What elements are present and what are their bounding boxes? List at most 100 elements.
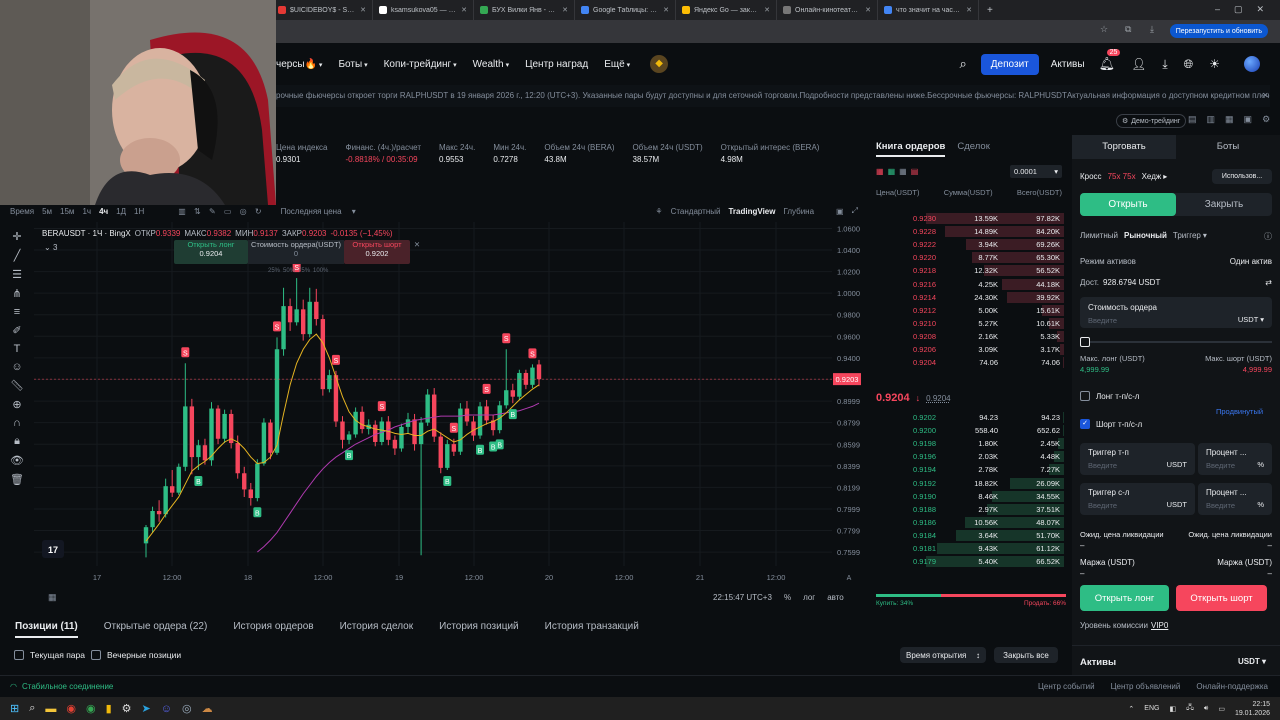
info-icon[interactable]: ⓘ bbox=[1264, 231, 1272, 242]
discord-icon[interactable]: ☺ bbox=[161, 703, 172, 715]
price-type-select[interactable]: Последняя цена ▾ bbox=[281, 207, 356, 216]
tab-limit[interactable]: Лимитный bbox=[1080, 231, 1118, 242]
candle-body[interactable] bbox=[301, 309, 306, 335]
ask-row[interactable]: 0.9222 3.94K 69.26K bbox=[870, 239, 1066, 251]
calculator-icon[interactable]: ▤ bbox=[1188, 114, 1197, 125]
candle-body[interactable] bbox=[445, 444, 450, 468]
order-cost-input[interactable]: Стоимость ордера Введите USDT ▾ bbox=[1080, 297, 1272, 328]
positions-tab[interactable]: История сделок bbox=[340, 621, 414, 638]
buy-marker[interactable]: B bbox=[495, 439, 504, 450]
taskbar-search-icon[interactable]: ⌕ bbox=[29, 702, 35, 715]
download-icon[interactable]: ⤓ bbox=[1150, 24, 1154, 35]
candle-body[interactable] bbox=[235, 443, 240, 474]
sell-marker[interactable]: S bbox=[377, 401, 386, 412]
browser-tab[interactable]: Google Таблицы: онлай ✕ bbox=[575, 0, 676, 20]
sell-marker[interactable]: S bbox=[273, 321, 281, 332]
indicator-icon[interactable]: ▣ bbox=[836, 207, 844, 216]
lock-icon[interactable]: 🔒︎ bbox=[14, 435, 20, 448]
candle-body[interactable] bbox=[176, 466, 181, 493]
bid-row[interactable]: 0.9179 5.40K 66.52K bbox=[870, 556, 1066, 568]
chart-tool-icons[interactable]: ▥ ⇅ ✎ ▭ ◎ ↻ bbox=[178, 207, 264, 216]
bid-row[interactable]: 0.9190 8.46K 34.55K bbox=[870, 490, 1066, 502]
ruler-icon[interactable]: 📏︎ bbox=[10, 379, 24, 392]
ask-row[interactable]: 0.9212 5.00K 15.61K bbox=[870, 304, 1066, 316]
close-mode-button[interactable]: Закрыть bbox=[1176, 193, 1272, 216]
candle-body[interactable] bbox=[268, 422, 273, 453]
quick-pct-option[interactable]: 25% bbox=[268, 268, 280, 274]
perpetual-checkbox[interactable] bbox=[91, 650, 101, 660]
candle-body[interactable] bbox=[255, 463, 260, 499]
new-tab-icon[interactable]: + bbox=[987, 5, 993, 16]
ask-row[interactable]: 0.9218 12.32K 56.52K bbox=[870, 265, 1066, 277]
sl-trigger-input[interactable]: Триггер с-л Введите USDT bbox=[1080, 483, 1195, 515]
download-app-icon[interactable]: ⤓ bbox=[1162, 57, 1167, 72]
open-short-button[interactable]: Открыть шорт bbox=[1176, 585, 1267, 611]
steam-icon[interactable]: ◎ bbox=[182, 702, 192, 715]
indicator-toggle[interactable]: ⌄ 3 bbox=[44, 243, 57, 252]
telegram-icon[interactable]: ➤ bbox=[142, 702, 151, 715]
candle-body[interactable] bbox=[183, 406, 188, 467]
browser-tab[interactable]: Онлайн-кинотеатр FLEX✕ bbox=[777, 0, 878, 20]
bid-row[interactable]: 0.9202 94.23 94.23 bbox=[870, 412, 1066, 423]
slider-handle[interactable] bbox=[1080, 337, 1090, 347]
candle-body[interactable] bbox=[281, 306, 286, 350]
extensions-icon[interactable]: ⧉ bbox=[1125, 24, 1131, 35]
header-total[interactable]: Всего(USDT) bbox=[1017, 188, 1062, 197]
price-chart[interactable]: SBBSSSBSBSBSB BSBS 1.06001.04001.02001.00… bbox=[34, 222, 866, 612]
tp-trigger-input[interactable]: Триггер т-п Введите USDT bbox=[1080, 443, 1195, 475]
browser-tab[interactable]: что значит на часах 23 ✕ bbox=[878, 0, 979, 20]
buy-marker[interactable]: B bbox=[194, 476, 203, 487]
zoom-icon[interactable]: ⊕ bbox=[12, 398, 21, 411]
fib-icon[interactable]: ≡ bbox=[14, 306, 20, 318]
fire-icon[interactable]: ⚘ bbox=[655, 207, 662, 216]
tab-close-icon[interactable]: ✕ bbox=[966, 6, 972, 14]
minimize-icon[interactable]: – bbox=[1215, 4, 1220, 15]
nav-logo[interactable]: ◆ bbox=[650, 55, 669, 73]
bid-row[interactable]: 0.9192 18.82K 26.09K bbox=[870, 477, 1066, 489]
tab-close-icon[interactable]: ✕ bbox=[663, 6, 669, 14]
brush-icon[interactable]: ✐ bbox=[12, 324, 21, 337]
quick-pct-option[interactable]: 50% bbox=[283, 268, 295, 274]
nav-item[interactable]: Центр наград bbox=[525, 59, 588, 70]
long-tpsl-row[interactable]: Лонг т-п/с-л bbox=[1080, 391, 1139, 401]
candle-body[interactable] bbox=[536, 364, 542, 380]
open-long-button[interactable]: Открыть лонг bbox=[1080, 585, 1169, 611]
chart-view-mode[interactable]: Стандартный bbox=[671, 207, 721, 216]
browser-tab[interactable]: Яндекс Go — заказ пос ✕ bbox=[676, 0, 777, 20]
ask-row[interactable]: 0.9206 3.09K 3.17K bbox=[870, 344, 1066, 355]
magnet-icon[interactable]: ∩ bbox=[13, 417, 21, 429]
candle-body[interactable] bbox=[510, 390, 515, 397]
tray-app-icon[interactable]: ◧ bbox=[1169, 705, 1176, 713]
ask-row[interactable]: 0.9228 14.89K 84.20K bbox=[870, 226, 1066, 238]
nav-item[interactable]: Ещё ▾ bbox=[604, 59, 630, 70]
bid-row[interactable]: 0.9200 558.40 652.62 bbox=[870, 425, 1066, 437]
chrome-alt-icon[interactable]: ◉ bbox=[86, 702, 96, 715]
maximize-icon[interactable]: ▢ bbox=[1234, 4, 1243, 15]
fullscreen-icon[interactable]: ⤢ bbox=[852, 206, 858, 216]
candle-body[interactable] bbox=[399, 426, 404, 449]
perpetual-filter[interactable]: Вечерные позиции bbox=[91, 650, 181, 660]
candle-body[interactable] bbox=[471, 421, 476, 436]
ask-row[interactable]: 0.9214 24.30K 39.92K bbox=[870, 291, 1066, 303]
short-tpsl-row[interactable]: ✓ Шорт т-п/с-л bbox=[1080, 419, 1142, 429]
timeframe-option[interactable]: 1Д bbox=[116, 207, 126, 216]
candle-body[interactable] bbox=[170, 486, 175, 493]
short-tpsl-checkbox[interactable]: ✓ bbox=[1080, 419, 1090, 429]
chrome-icon[interactable]: ◉ bbox=[66, 702, 76, 715]
tradingview-logo-icon[interactable]: 17 bbox=[42, 540, 64, 558]
tab-market[interactable]: Рыночный bbox=[1124, 231, 1167, 242]
candle-body[interactable] bbox=[517, 372, 522, 397]
timeframe-option[interactable]: 1ч bbox=[82, 207, 91, 216]
candle-body[interactable] bbox=[346, 434, 352, 440]
bid-row[interactable]: 0.9186 10.56K 48.07K bbox=[870, 516, 1066, 528]
support-link[interactable]: Онлайн-поддержка bbox=[1196, 682, 1268, 691]
nav-item[interactable]: черсы🔥 ▾ bbox=[276, 59, 322, 70]
trendline-icon[interactable]: ╱ bbox=[14, 249, 21, 262]
candle-body[interactable] bbox=[504, 390, 509, 406]
candle-body[interactable] bbox=[156, 511, 162, 515]
relaunch-button[interactable]: Перезапустить и обновить bbox=[1169, 24, 1268, 38]
tab-orderbook[interactable]: Книга ордеров bbox=[876, 141, 946, 157]
sell-marker[interactable]: S bbox=[449, 422, 458, 433]
browser-tab[interactable]: ksamsukova05 — Идеи✕ bbox=[373, 0, 474, 20]
book-depth-icon[interactable]: ▤ bbox=[911, 167, 919, 176]
